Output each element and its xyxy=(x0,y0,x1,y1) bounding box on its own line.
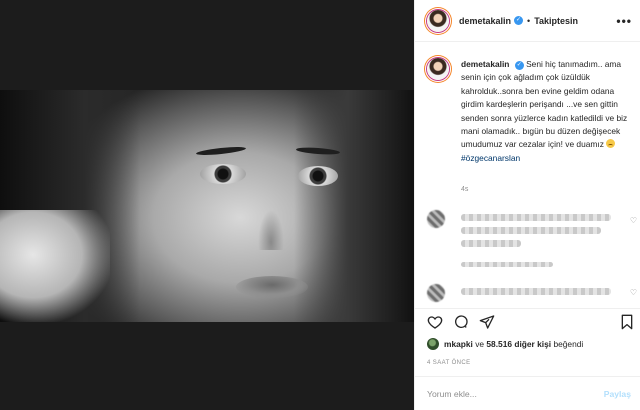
likes-suffix: beğendi xyxy=(553,339,584,349)
comment-like-icon[interactable]: ♡ xyxy=(630,288,637,297)
post-photo-panel xyxy=(0,0,414,410)
add-comment-bar: Yorum ekle... Paylaş xyxy=(415,376,640,410)
photo-eye-left xyxy=(200,164,246,184)
comment-blurred: ♡ xyxy=(415,210,640,274)
comment-icon[interactable] xyxy=(453,314,469,330)
caption-timestamp: 4s xyxy=(461,186,469,193)
caption-verified-badge-icon: ✓ xyxy=(514,61,524,70)
photo-eye-right xyxy=(298,166,338,186)
comment-blurred: ♡ xyxy=(415,284,640,306)
caption: demetakalin ✓ Seni hiç tanımadım.. ama s… xyxy=(427,58,635,165)
bookmark-icon[interactable] xyxy=(619,314,635,330)
comment-avatar[interactable] xyxy=(427,284,445,302)
post-header: demetakalin ✓ • Takiptesin ••• xyxy=(415,0,640,42)
caption-username[interactable]: demetakalin xyxy=(461,59,509,69)
post-photo[interactable] xyxy=(0,90,414,322)
likes-joiner: ve xyxy=(475,339,485,349)
first-liker-username[interactable]: mkapki xyxy=(444,339,473,349)
photo-hair-right xyxy=(294,90,414,322)
blurred-text xyxy=(461,240,521,247)
liker-avatar[interactable] xyxy=(427,338,439,350)
comment-input[interactable]: Yorum ekle... xyxy=(427,389,477,399)
caption-text: Seni hiç tanımadım.. ama senin için çok … xyxy=(461,59,628,150)
separator-dot: • xyxy=(527,15,531,26)
caption-author-avatar[interactable] xyxy=(427,58,449,80)
likes-summary: mkapki ve 58.516 diğer kişi beğendi xyxy=(427,338,583,350)
comment-avatar[interactable] xyxy=(427,210,445,228)
blurred-text xyxy=(461,227,601,234)
heart-icon[interactable] xyxy=(427,314,443,330)
sad-face-emoji-icon xyxy=(606,139,616,149)
photo-lips xyxy=(236,276,308,298)
author-username[interactable]: demetakalin xyxy=(459,16,511,26)
more-options-icon[interactable]: ••• xyxy=(616,14,632,28)
blurred-text xyxy=(461,288,611,295)
follow-status-button[interactable]: Takiptesin xyxy=(534,16,578,26)
likes-count-link[interactable]: 58.516 diğer kişi xyxy=(486,339,551,349)
caption-hashtag[interactable]: #özgecanarslan xyxy=(461,153,520,163)
share-icon[interactable] xyxy=(479,314,495,330)
author-avatar[interactable] xyxy=(427,9,449,32)
post-actions xyxy=(425,312,635,334)
photo-hand xyxy=(0,210,110,322)
blurred-text xyxy=(461,262,553,267)
caption-body: demetakalin ✓ Seni hiç tanımadım.. ama s… xyxy=(461,58,635,165)
comment-like-icon[interactable]: ♡ xyxy=(630,216,637,225)
blurred-text xyxy=(461,214,611,221)
post-side-panel: demetakalin ✓ • Takiptesin ••• demetakal… xyxy=(414,0,640,410)
photo-nose xyxy=(258,210,284,250)
actions-divider xyxy=(415,308,640,309)
verified-badge-icon: ✓ xyxy=(514,16,524,25)
post-time[interactable]: 4 SAAT ÖNCE xyxy=(427,360,471,366)
post-comment-button[interactable]: Paylaş xyxy=(604,389,631,399)
photo-brow-left xyxy=(195,145,247,157)
